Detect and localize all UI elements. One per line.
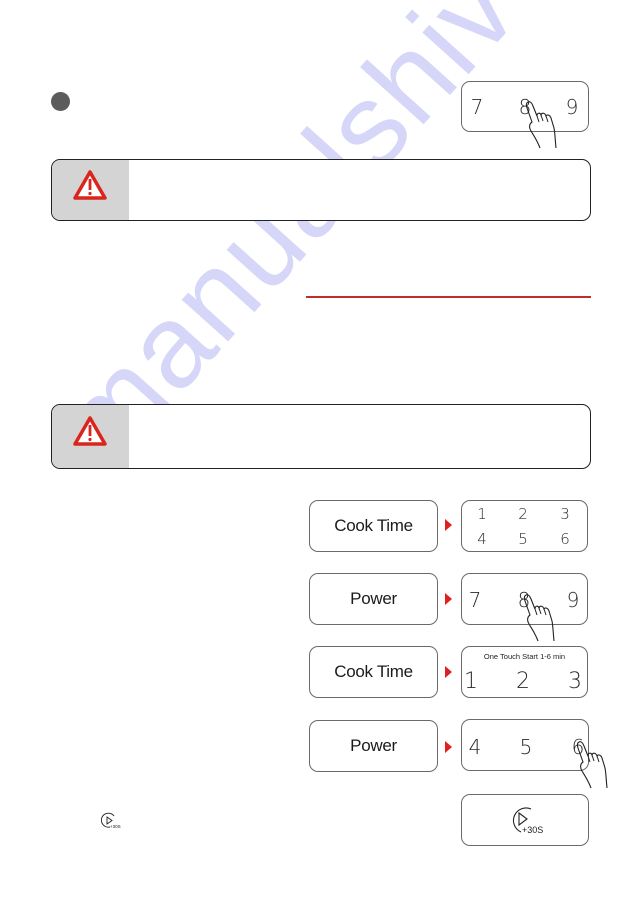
warning-box (51, 159, 591, 221)
power-button[interactable]: Power (309, 573, 438, 625)
key-4[interactable]: 4 (477, 532, 487, 547)
key-9[interactable]: 9 (567, 590, 580, 610)
key-3[interactable]: 3 (560, 507, 570, 522)
key-7[interactable]: 7 (469, 590, 482, 610)
number-keypad[interactable]: 4 5 6 (461, 719, 589, 771)
arrow-right-icon (445, 741, 452, 753)
section-divider (306, 296, 591, 298)
plus-30s-label: +30S (110, 824, 121, 829)
key-2[interactable]: 2 (516, 671, 530, 693)
play-plus-30s-icon: +30S (512, 807, 543, 835)
cook-time-button[interactable]: Cook Time (309, 500, 438, 552)
key-6[interactable]: 6 (560, 532, 570, 547)
key-1[interactable]: 1 (464, 671, 478, 693)
warning-sidebar (52, 160, 129, 220)
start-plus-30s-button[interactable]: +30S (461, 794, 589, 846)
key-7[interactable]: 7 (471, 97, 484, 117)
one-touch-keypad[interactable]: One Touch Start 1-6 min 1 2 3 (461, 646, 588, 698)
pointing-hand-icon (576, 741, 608, 789)
plus-30s-label: +30S (522, 825, 543, 835)
arrow-right-icon (445, 519, 452, 531)
warning-box (51, 404, 591, 469)
key-2[interactable]: 2 (518, 507, 528, 522)
key-9[interactable]: 9 (566, 97, 579, 117)
cook-time-button[interactable]: Cook Time (309, 646, 438, 698)
number-keypad[interactable]: 1 2 3 4 5 6 (461, 500, 588, 552)
key-3[interactable]: 3 (568, 671, 582, 693)
key-1[interactable]: 1 (477, 507, 487, 522)
key-5[interactable]: 5 (520, 737, 533, 757)
key-4[interactable]: 4 (469, 737, 482, 757)
warning-sidebar (52, 405, 129, 468)
pointing-hand-icon (523, 594, 555, 642)
warning-triangle-icon (73, 416, 107, 446)
arrow-right-icon (445, 666, 452, 678)
arrow-right-icon (445, 593, 452, 605)
pointing-hand-icon (525, 101, 557, 149)
key-5[interactable]: 5 (518, 532, 528, 547)
one-touch-caption: One Touch Start 1-6 min (483, 652, 566, 661)
play-plus-30s-icon: +30S (101, 812, 121, 829)
warning-triangle-icon (73, 170, 107, 200)
step-bullet-icon (51, 92, 70, 111)
power-button[interactable]: Power (309, 720, 438, 772)
